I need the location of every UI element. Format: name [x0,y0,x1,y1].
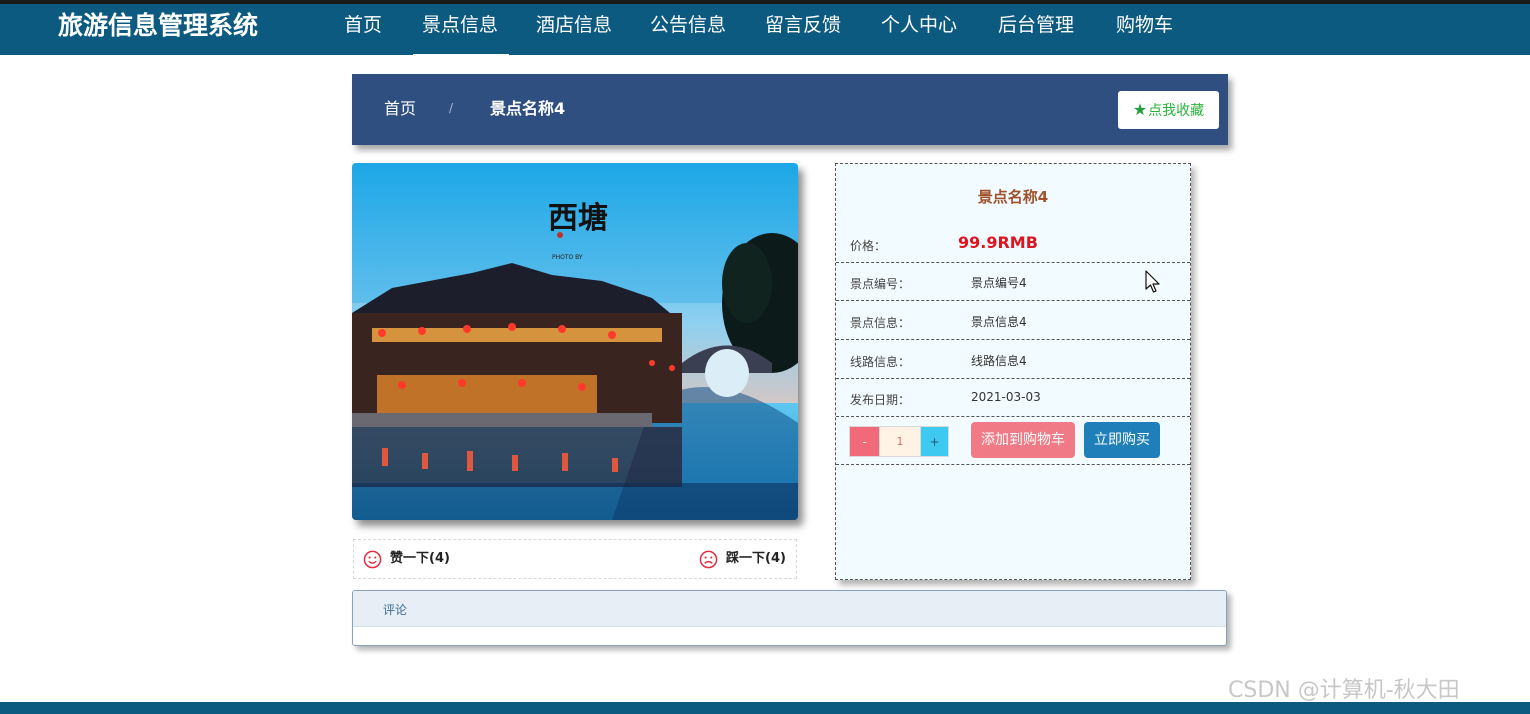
detail-field-label: 景点编号： [850,277,911,291]
sad-face-icon [699,550,718,568]
nav-item-feedback[interactable]: 留言反馈 [765,11,841,39]
nav-item-hotels[interactable]: 酒店信息 [536,11,612,39]
detail-row: 景点信息： 景点信息4 [836,301,1190,340]
svg-text:西塘: 西塘 [548,201,608,236]
nav-item-attractions[interactable]: 景点信息 [422,11,498,39]
detail-row: 发布日期： 2021-03-03 [836,379,1190,417]
price-label: 价格： [850,239,887,253]
detail-field-label: 线路信息： [850,355,911,369]
favorite-button[interactable]: ★点我收藏 [1118,91,1219,129]
detail-field-label: 景点信息： [850,316,911,330]
actions-row-divider [836,417,1190,465]
detail-field-value: 景点编号4 [971,276,1027,290]
smile-icon [363,550,382,568]
like-count-label: 赞一下(4) [390,551,450,566]
mouse-cursor-icon [1145,270,1160,293]
nav-item-profile[interactable]: 个人中心 [881,11,957,39]
nav-item-announcements[interactable]: 公告信息 [650,11,726,39]
breadcrumb-home[interactable]: 首页 [384,99,416,119]
nav-item-cart[interactable]: 购物车 [1116,11,1173,39]
nav-active-indicator [413,54,509,57]
dislike-count-label: 踩一下(4) [726,551,786,566]
breadcrumb: 首页 / 景点名称4 ★点我收藏 [352,74,1228,145]
comments-panel: 评论 [352,590,1227,646]
site-brand[interactable]: 旅游信息管理系统 [58,8,258,44]
detail-row: 景点编号： 景点编号4 [836,263,1190,301]
price-value: 99.9RMB [958,233,1038,252]
nav-item-home[interactable]: 首页 [344,11,382,39]
top-navbar: 旅游信息管理系统 首页 景点信息 酒店信息 公告信息 留言反馈 个人中心 后台管… [0,4,1530,57]
detail-field-value: 2021-03-03 [971,390,1041,404]
like-button[interactable]: 赞一下(4) [363,549,450,569]
comments-header: 评论 [353,591,1226,627]
detail-field-label: 发布日期： [850,393,911,407]
breadcrumb-separator: / [449,101,454,115]
star-icon: ★ [1132,100,1148,119]
detail-field-value: 线路信息4 [971,354,1027,368]
favorite-button-label: 点我收藏 [1148,103,1205,119]
breadcrumb-current: 景点名称4 [490,99,566,118]
attraction-photo: 西塘 PHOTO BY [352,163,798,520]
comments-label[interactable]: 评论 [383,601,407,618]
detail-field-value: 景点信息4 [971,315,1027,329]
attraction-title: 景点名称4 [977,188,1049,206]
nav-item-admin[interactable]: 后台管理 [998,11,1074,39]
dislike-button[interactable]: 踩一下(4) [699,549,786,569]
detail-row: 线路信息： 线路信息4 [836,340,1190,379]
svg-text:PHOTO BY: PHOTO BY [552,254,583,261]
vote-bar: 赞一下(4) 踩一下(4) [353,539,797,579]
watermark-text: CSDN @计算机-秋大田 [1228,678,1460,703]
attraction-detail-panel: 景点名称4 价格： 99.9RMB 景点编号： 景点编号4 景点信息： 景点信息… [835,163,1191,580]
